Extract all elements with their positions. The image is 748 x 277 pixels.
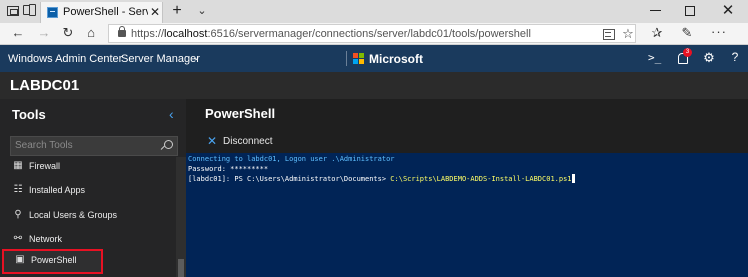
- maximize-icon[interactable]: [685, 6, 695, 16]
- help-icon[interactable]: ?: [728, 50, 742, 65]
- powershell-prompt-icon[interactable]: >_: [648, 51, 662, 65]
- favorite-star-icon[interactable]: ☆: [622, 25, 634, 42]
- back-arrow-icon[interactable]: ←: [9, 24, 27, 42]
- favorites-hub-icon[interactable]: ✰: [650, 25, 664, 41]
- app-name-link[interactable]: Windows Admin Center: [8, 52, 122, 66]
- tab-close-icon[interactable]: ✕: [149, 5, 161, 19]
- more-options-icon[interactable]: ···: [710, 25, 728, 41]
- main-panel: PowerShell ✕ Disconnect Connecting to la…: [186, 99, 748, 277]
- window-icon[interactable]: [7, 6, 19, 16]
- notification-count-badge: 3: [683, 48, 692, 57]
- sidebar-item-firewall[interactable]: ▦ Firewall: [0, 155, 176, 177]
- sidebar-item-label: Network: [29, 234, 63, 244]
- server-manager-menu[interactable]: Server Manager: [121, 52, 200, 66]
- console-line-password: Password: *********: [188, 165, 269, 173]
- search-icon[interactable]: [161, 140, 173, 152]
- disconnect-label: Disconnect: [223, 136, 273, 147]
- installed-apps-icon: ☷: [13, 184, 23, 195]
- chevron-down-icon[interactable]: ⌄: [192, 51, 202, 65]
- new-tab-button[interactable]: +: [170, 2, 184, 20]
- sidebar-item-label: Firewall: [29, 161, 61, 171]
- sidebar-item-powershell[interactable]: ▣ PowerShell: [2, 249, 103, 274]
- url-host: localhost: [164, 28, 208, 40]
- sidebar-item-label: Installed Apps: [29, 185, 86, 195]
- close-icon: ✕: [206, 134, 218, 148]
- reading-view-icon[interactable]: [602, 28, 615, 40]
- favicon-icon: [47, 7, 58, 18]
- header-divider: [346, 51, 347, 66]
- tab-actions-icon[interactable]: [22, 3, 36, 17]
- firewall-icon: ▦: [13, 160, 23, 171]
- tab-preview-chevron-icon[interactable]: ⌄: [195, 2, 209, 20]
- console-cursor: [571, 174, 575, 183]
- network-icon: ⚯: [13, 233, 23, 244]
- sidebar-item-network[interactable]: ⚯ Network: [0, 228, 176, 250]
- tab-title: PowerShell - Server Manager: [63, 6, 148, 18]
- collapse-chevron-icon[interactable]: ‹: [169, 106, 179, 122]
- console-line-prompt: [labdc01]: PS C:\Users\Administrator\Doc…: [188, 174, 743, 184]
- disconnect-button[interactable]: ✕ Disconnect: [206, 134, 298, 148]
- url-scheme: https://: [131, 28, 165, 40]
- microsoft-logo-icon: [353, 53, 365, 65]
- url-path: :6516/servermanager/connections/server/l…: [207, 28, 531, 40]
- users-groups-icon: ⚲: [14, 209, 22, 220]
- tools-title: Tools: [12, 107, 46, 122]
- browser-tab-strip: PowerShell - Server Manager ✕ + ⌄ ✕: [0, 0, 748, 23]
- address-bar[interactable]: https://localhost:6516/servermanager/con…: [108, 24, 636, 43]
- console-line-connecting: Connecting to labdc01, Logon user .\Admi…: [188, 155, 395, 163]
- search-tools-box: [10, 136, 178, 156]
- server-bar: LABDC01: [0, 72, 748, 99]
- tools-sidebar: Tools ‹ ▦ Firewall ☷ Installed Apps ⚲ Lo…: [0, 99, 186, 277]
- page-title: PowerShell: [205, 106, 276, 121]
- settings-gear-icon[interactable]: ⚙: [702, 50, 716, 65]
- server-name: LABDC01: [10, 77, 80, 94]
- close-window-icon[interactable]: ✕: [720, 2, 736, 20]
- scrollbar-thumb[interactable]: [178, 259, 184, 277]
- address-toolbar: ← → ↻ ⌂ https://localhost:6516/serverman…: [0, 23, 748, 45]
- forward-arrow-icon[interactable]: →: [35, 24, 53, 42]
- app-header: Windows Admin Center Server Manager ⌄ Mi…: [0, 45, 748, 72]
- sidebar-item-label: PowerShell: [31, 255, 77, 265]
- sidebar-scrollbar[interactable]: [176, 157, 186, 277]
- web-notes-icon[interactable]: ✎: [680, 25, 694, 41]
- sidebar-item-installed-apps[interactable]: ☷ Installed Apps: [0, 179, 176, 201]
- brand-name: Microsoft: [369, 52, 423, 66]
- lock-icon: [118, 26, 126, 37]
- refresh-icon[interactable]: ↻: [59, 24, 77, 42]
- url-text[interactable]: https://localhost:6516/servermanager/con…: [131, 27, 601, 41]
- browser-tab-powershell[interactable]: PowerShell - Server Manager ✕: [40, 2, 163, 23]
- home-icon[interactable]: ⌂: [82, 24, 100, 42]
- sidebar-item-label: Local Users & Groups: [29, 210, 118, 220]
- console-command: C:\Scripts\LABDEMO-ADDS-Install-LABDC01.…: [390, 175, 572, 183]
- search-tools-input[interactable]: [15, 139, 150, 153]
- sidebar-item-local-users-groups[interactable]: ⚲ Local Users & Groups: [0, 204, 176, 226]
- console-prompt: [labdc01]: PS C:\Users\Administrator\Doc…: [188, 175, 391, 183]
- powershell-icon: ▣: [15, 254, 25, 265]
- minimize-icon[interactable]: [650, 10, 661, 11]
- powershell-console[interactable]: Connecting to labdc01, Logon user .\Admi…: [186, 153, 748, 277]
